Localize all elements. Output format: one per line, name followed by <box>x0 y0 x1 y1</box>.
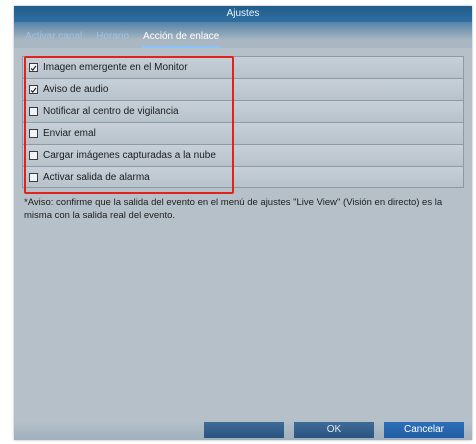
linkage-options-list: Imagen emergente en el Monitor Aviso de … <box>22 56 464 188</box>
cancel-button[interactable]: Cancelar <box>384 422 464 438</box>
tab-accion-de-enlace[interactable]: Acción de enlace <box>136 26 226 48</box>
ok-button[interactable]: OK <box>294 422 374 438</box>
check-icon <box>30 87 37 93</box>
tab-bar: Activar canal Horario Acción de enlace <box>14 26 472 48</box>
option-row-popup-monitor[interactable]: Imagen emergente en el Monitor <box>22 56 464 78</box>
linkage-action-panel: Imagen emergente en el Monitor Aviso de … <box>14 48 472 420</box>
check-icon <box>30 65 37 71</box>
popup-monitor-checkbox[interactable] <box>29 63 38 72</box>
option-label: Activar salida de alarma <box>43 171 150 183</box>
option-label: Cargar imágenes capturadas a la nube <box>43 150 216 161</box>
cloud-upload-checkbox[interactable] <box>29 151 38 160</box>
tab-activar-canal[interactable]: Activar canal <box>18 26 89 48</box>
option-label: Aviso de audio <box>43 84 109 95</box>
notify-center-checkbox[interactable] <box>29 107 38 116</box>
audio-warning-checkbox[interactable] <box>29 85 38 94</box>
option-label: Enviar emal <box>43 128 96 139</box>
option-label: Imagen emergente en el Monitor <box>43 62 188 73</box>
option-row-alarm-output[interactable]: Activar salida de alarma <box>22 166 464 188</box>
option-row-send-email[interactable]: Enviar emal <box>22 122 464 144</box>
option-row-notify-center[interactable]: Notificar al centro de vigilancia <box>22 100 464 122</box>
warning-note: *Aviso: confirme que la salida del event… <box>24 197 443 221</box>
option-row-audio-warning[interactable]: Aviso de audio <box>22 78 464 100</box>
send-email-checkbox[interactable] <box>29 129 38 138</box>
alarm-output-checkbox[interactable] <box>29 172 38 182</box>
window-title: Ajustes <box>14 6 472 22</box>
tab-horario[interactable]: Horario <box>89 26 136 48</box>
apply-button[interactable] <box>204 422 284 438</box>
footer-bar: OK Cancelar <box>14 420 472 440</box>
option-row-cloud-upload[interactable]: Cargar imágenes capturadas a la nube <box>22 144 464 166</box>
option-label: Notificar al centro de vigilancia <box>43 106 179 117</box>
settings-window: Ajustes Activar canal Horario Acción de … <box>14 6 472 440</box>
